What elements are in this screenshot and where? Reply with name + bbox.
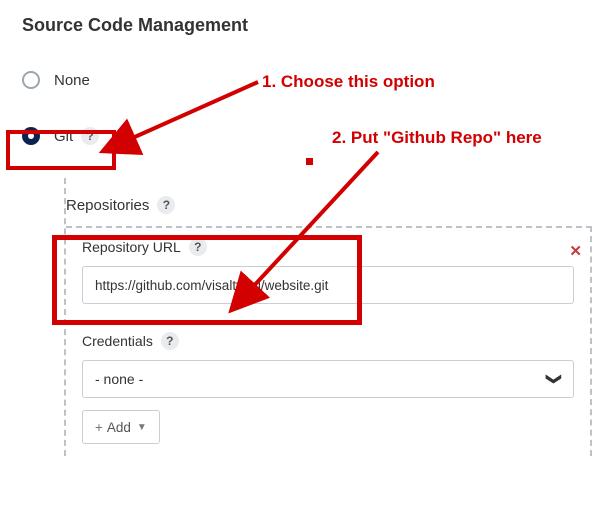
repositories-heading: Repositories ? (66, 178, 602, 226)
repo-url-input[interactable] (82, 266, 574, 304)
credentials-label: Credentials (82, 333, 153, 349)
plus-icon: + (95, 420, 103, 435)
help-icon[interactable]: ? (161, 332, 179, 350)
help-icon[interactable]: ? (81, 127, 99, 145)
credentials-select[interactable]: - none - ❯ (82, 360, 574, 398)
scm-option-git[interactable]: Git ? (22, 122, 602, 150)
radio-icon (22, 127, 40, 145)
credentials-value: - none - (95, 371, 143, 387)
repositories-heading-label: Repositories (66, 197, 149, 214)
radio-icon (22, 71, 40, 89)
help-icon[interactable]: ? (157, 196, 175, 214)
repo-url-label: Repository URL (82, 239, 181, 255)
help-icon[interactable]: ? (189, 238, 207, 256)
radio-label-none: None (54, 72, 90, 89)
section-title: Source Code Management (0, 0, 602, 36)
add-credentials-button[interactable]: + Add ▼ (82, 410, 160, 444)
add-label: Add (107, 420, 131, 435)
scm-option-none[interactable]: None (22, 66, 602, 94)
repo-url-label-row: Repository URL ? (82, 238, 574, 256)
close-icon[interactable]: ✕ (569, 242, 582, 260)
caret-down-icon: ▼ (137, 422, 147, 433)
repository-card: ✕ Repository URL ? Credentials ? - none … (66, 226, 592, 456)
radio-label-git: Git (54, 128, 73, 145)
credentials-label-row: Credentials ? (82, 332, 574, 350)
chevron-down-icon: ❯ (546, 373, 564, 386)
